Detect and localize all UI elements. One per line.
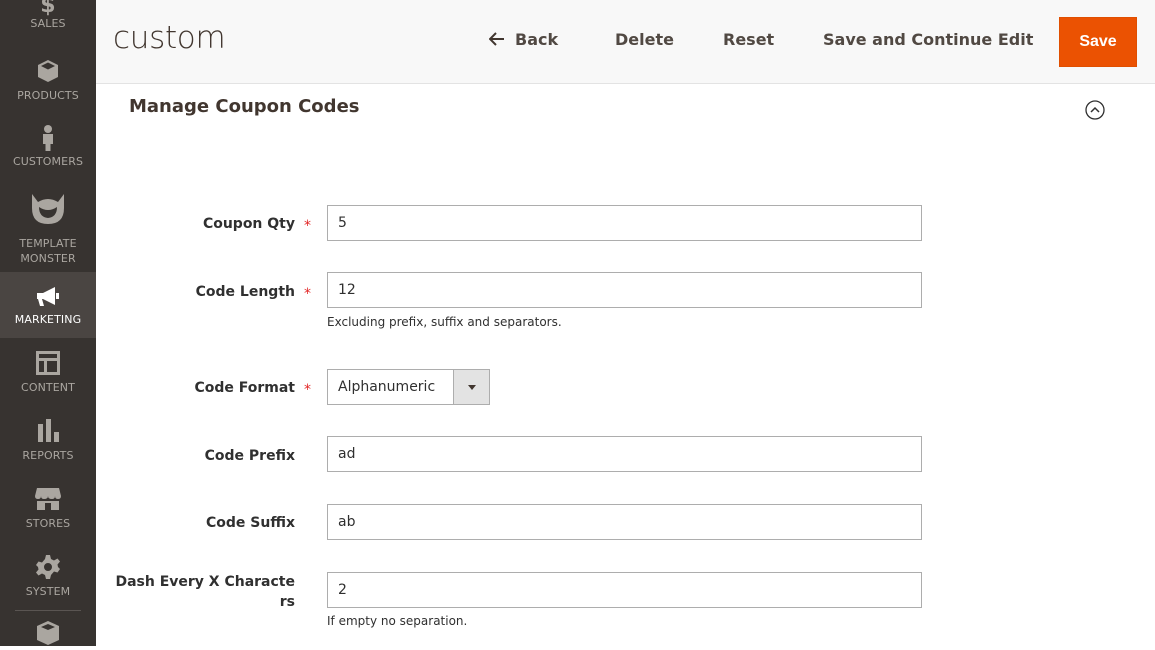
admin-sidebar: $ SALES PRODUCTS CUSTOMERS TEMPLATE MONS… xyxy=(0,0,96,646)
nav-label: STORES xyxy=(25,517,71,530)
nav-label: SYSTEM xyxy=(25,585,71,598)
dash-every-note: If empty no separation. xyxy=(327,614,468,628)
nav-products[interactable]: PRODUCTS xyxy=(0,58,96,108)
bar-chart-icon xyxy=(0,418,96,448)
reset-button[interactable]: Reset xyxy=(723,30,774,49)
code-format-select[interactable]: Alphanumeric xyxy=(327,369,490,405)
required-marker: * xyxy=(304,218,311,234)
delete-button[interactable]: Delete xyxy=(615,30,674,49)
store-icon xyxy=(0,486,96,516)
nav-extensions[interactable] xyxy=(0,620,96,646)
code-length-label: Code Length xyxy=(195,284,295,300)
nav-label: PRODUCTS xyxy=(17,89,79,102)
coupon-qty-label: Coupon Qty xyxy=(202,216,295,232)
code-suffix-input[interactable] xyxy=(327,504,922,540)
code-format-label: Code Format xyxy=(194,380,295,396)
nav-label: SALES xyxy=(30,17,66,30)
back-label: Back xyxy=(515,30,559,49)
nav-system[interactable]: SYSTEM xyxy=(0,554,96,604)
dollar-icon: $ xyxy=(0,0,96,18)
code-length-input[interactable] xyxy=(327,272,922,308)
nav-reports[interactable]: REPORTS xyxy=(0,418,96,468)
box-icon xyxy=(0,58,96,88)
dash-every-label: Dash Every X Characte rs xyxy=(100,572,295,612)
nav-sales[interactable]: $ SALES xyxy=(0,0,96,34)
required-marker: * xyxy=(304,382,311,398)
nav-label: CUSTOMERS xyxy=(12,155,84,168)
section-title: Manage Coupon Codes xyxy=(129,96,360,117)
dropdown-toggle[interactable] xyxy=(453,370,489,404)
nav-label: CONTENT xyxy=(21,381,75,394)
code-prefix-label: Code Prefix xyxy=(204,448,295,464)
save-and-continue-button[interactable]: Save and Continue Edit xyxy=(823,30,1033,49)
arrow-left-icon xyxy=(488,30,505,49)
nav-label: REPORTS xyxy=(22,449,74,462)
gear-icon xyxy=(0,554,96,584)
svg-text:$: $ xyxy=(40,0,55,16)
dash-every-input[interactable] xyxy=(327,572,922,608)
monster-icon xyxy=(0,192,96,236)
sidebar-divider xyxy=(15,610,81,611)
nav-stores[interactable]: STORES xyxy=(0,486,96,536)
code-length-note: Excluding prefix, suffix and separators. xyxy=(327,315,562,329)
dash-every-label-line2: rs xyxy=(279,594,295,610)
nav-label: TEMPLATE MONSTER xyxy=(19,237,77,265)
coupon-qty-input[interactable] xyxy=(327,205,922,241)
code-prefix-input[interactable] xyxy=(327,436,922,472)
nav-label: MARKETING xyxy=(14,313,82,326)
save-button[interactable]: Save xyxy=(1059,17,1137,67)
chevron-down-icon xyxy=(468,385,476,390)
code-suffix-label: Code Suffix xyxy=(206,515,295,531)
nav-marketing[interactable]: MARKETING xyxy=(0,272,96,338)
collapse-toggle-icon[interactable] xyxy=(1085,100,1105,120)
nav-template-monster[interactable]: TEMPLATE MONSTER xyxy=(0,192,96,268)
nav-customers[interactable]: CUSTOMERS xyxy=(0,124,96,174)
person-icon xyxy=(0,124,96,154)
back-button[interactable]: Back xyxy=(488,30,559,49)
layout-icon xyxy=(0,350,96,380)
page-title: custom xyxy=(113,20,226,56)
megaphone-icon xyxy=(0,286,96,312)
dash-every-label-line1: Dash Every X Characte xyxy=(115,574,295,590)
required-marker: * xyxy=(304,286,311,302)
page-header: custom Back Delete Reset Save and Contin… xyxy=(96,0,1155,84)
code-format-value: Alphanumeric xyxy=(338,379,436,395)
nav-content[interactable]: CONTENT xyxy=(0,350,96,400)
